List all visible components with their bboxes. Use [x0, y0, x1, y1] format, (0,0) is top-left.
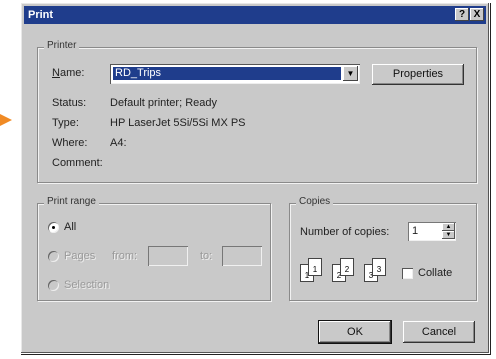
selection-label: Selection [64, 279, 110, 291]
page-icon: 1 [308, 258, 322, 276]
status-value: Default printer; Ready [110, 97, 217, 109]
pages-label: Pages [64, 250, 96, 262]
comment-label: Comment: [52, 157, 103, 169]
name-label: Name: [52, 67, 85, 79]
where-label: Where: [52, 137, 88, 149]
from-label: from: [112, 250, 138, 262]
printer-group-label: Printer [44, 40, 80, 51]
type-value: HP LaserJet 5Si/5Si MX PS [110, 117, 246, 129]
copies-spinner[interactable]: 1 ▲ ▼ [408, 222, 456, 241]
spin-down-icon[interactable]: ▼ [442, 231, 455, 239]
print-range-label: Print range [44, 196, 99, 207]
to-field[interactable] [222, 246, 262, 266]
copies-label: Copies [296, 196, 334, 207]
selection-radio[interactable] [48, 280, 59, 291]
ok-button[interactable]: OK [318, 320, 392, 344]
page-icon: 2 [340, 258, 354, 276]
from-field[interactable] [148, 246, 188, 266]
spin-up-icon[interactable]: ▲ [442, 223, 455, 231]
print-dialog: Print ? X Printer Name: RD_Trips ▼ Prope… [20, 2, 490, 354]
printer-name-value: RD_Trips [113, 67, 341, 80]
where-value: A4: [110, 137, 127, 149]
print-range-group: Print range All Pages from: to: Selectio… [37, 196, 271, 301]
number-of-copies-label: Number of copies: [300, 226, 390, 238]
status-label: Status: [52, 97, 87, 109]
page-icon: 3 [372, 258, 386, 276]
close-button[interactable]: X [470, 8, 484, 21]
properties-button[interactable]: Properties [372, 64, 464, 85]
type-label: Type: [52, 117, 79, 129]
to-label: to: [200, 250, 213, 262]
all-label: All [64, 221, 77, 233]
collate-label: Collate [418, 267, 453, 279]
all-radio[interactable] [48, 222, 59, 233]
pointer-arrow-icon [0, 114, 12, 126]
chevron-down-icon[interactable]: ▼ [343, 66, 358, 81]
cancel-button[interactable]: Cancel [403, 321, 475, 343]
printer-name-select[interactable]: RD_Trips ▼ [110, 64, 360, 84]
help-button[interactable]: ? [455, 8, 469, 21]
dialog-title: Print [28, 9, 54, 21]
printer-group: Printer Name: RD_Trips ▼ Properties Stat… [37, 40, 477, 183]
spinner-arrows-icon[interactable]: ▲ ▼ [442, 223, 455, 240]
title-bar: Print ? X [24, 6, 486, 24]
pages-radio[interactable] [48, 251, 59, 262]
copies-value: 1 [412, 225, 419, 237]
name-label-text: ame: [59, 67, 85, 79]
collate-checkbox[interactable] [402, 268, 413, 279]
copies-group: Copies Number of copies: 1 ▲ ▼ 1 1 2 2 3… [289, 196, 477, 301]
